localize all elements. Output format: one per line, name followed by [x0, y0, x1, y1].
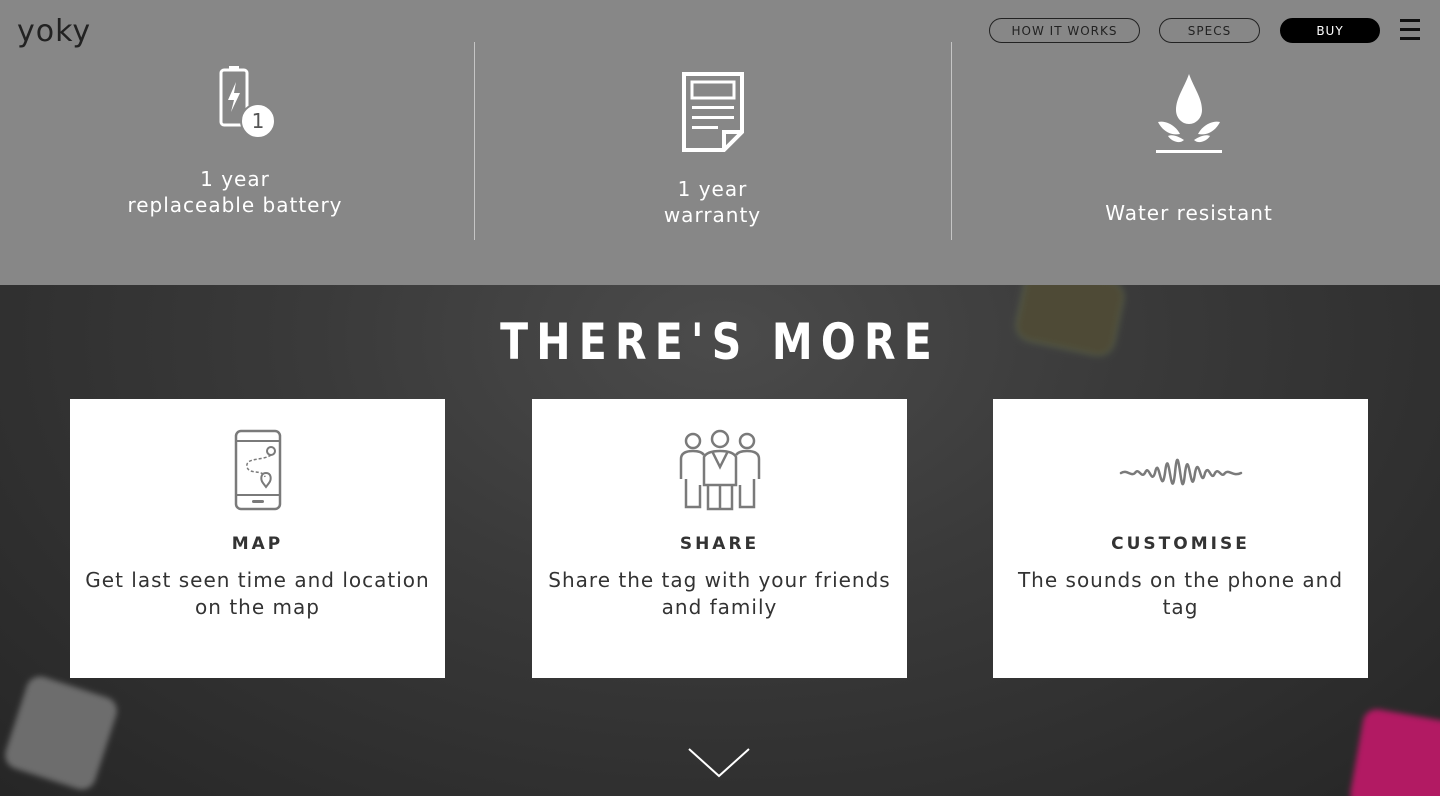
chevron-down-icon[interactable]	[688, 747, 750, 779]
soundwave-icon	[1119, 458, 1242, 486]
how-it-works-button[interactable]: HOW IT WORKS	[989, 18, 1140, 43]
svg-text:1: 1	[252, 109, 265, 133]
feature-warranty: 1 year warranty	[475, 42, 950, 242]
menu-icon[interactable]	[1400, 19, 1420, 41]
water-drop-icon	[1156, 74, 1222, 153]
share-card: SHARE Share the tag with your friends an…	[532, 399, 907, 678]
map-card: MAP Get last seen time and location on t…	[70, 399, 445, 678]
map-card-title: MAP	[231, 534, 284, 554]
feature-battery: 1 1 year replaceable battery	[0, 42, 470, 242]
feature-water: Water resistant	[952, 42, 1426, 242]
features-band: yoky HOW IT WORKS SPECS BUY 1 1 year rep…	[0, 0, 1440, 285]
customise-card-description: The sounds on the phone and tag	[1017, 568, 1344, 619]
decorative-tag-image	[1, 672, 121, 794]
document-icon	[681, 72, 744, 152]
customise-card: CUSTOMISE The sounds on the phone and ta…	[993, 399, 1368, 678]
specs-button[interactable]: SPECS	[1159, 18, 1260, 43]
people-icon	[679, 429, 760, 511]
share-card-title: SHARE	[679, 534, 760, 554]
customise-card-title: CUSTOMISE	[1111, 534, 1250, 554]
theres-more-section: THERE'S MORE MAP Get last seen time and …	[0, 285, 1440, 796]
buy-button[interactable]: BUY	[1280, 18, 1380, 43]
warranty-label-line2: warranty	[663, 203, 762, 227]
battery-label-line2: replaceable battery	[127, 193, 343, 217]
decorative-tag-image	[1348, 707, 1440, 796]
phone-map-icon	[234, 429, 281, 511]
water-label: Water resistant	[1105, 201, 1273, 225]
map-card-description: Get last seen time and location on the m…	[85, 568, 430, 619]
section-title: THERE'S MORE	[500, 313, 940, 371]
share-card-description: Share the tag with your friends and fami…	[548, 568, 891, 619]
warranty-label-line1: 1 year	[677, 177, 748, 201]
battery-icon: 1	[219, 66, 276, 139]
battery-label-line1: 1 year	[200, 167, 270, 191]
